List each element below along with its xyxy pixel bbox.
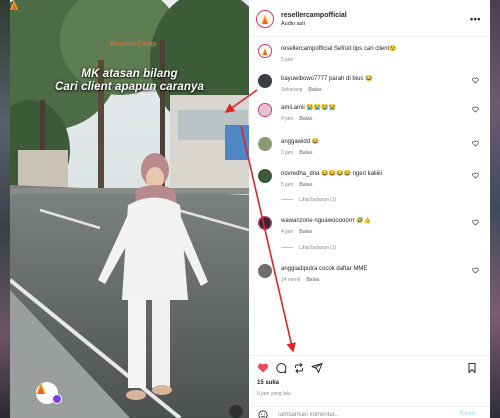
more-options-icon[interactable]: ••• [470,14,481,24]
backdrop-right [490,0,500,418]
audio-link[interactable]: Audio asli [281,21,305,27]
comment-meta: 3 jam Balas [281,150,313,156]
comment-time: 5 jam [281,182,294,188]
post-actions: 15 suka 5 jam yang lalu Kirim [249,355,490,418]
comment-body: novredha_dna 😂😂😂😂 ngeri kaliiiii [281,170,466,178]
reply-button[interactable]: Balas [308,87,321,93]
comment-body: amii.amii 😭😭😭😭 [281,104,466,112]
reply-button[interactable]: Balas [299,182,312,188]
like-post-icon[interactable] [257,362,269,374]
view-replies-button[interactable]: Lihat balasan (1) [281,245,336,251]
post-panel: resellercampofficial Audio asli ••• rese… [249,0,490,418]
header-username[interactable]: resellercampofficial [281,12,347,19]
post-header: resellercampofficial Audio asli ••• [249,0,490,37]
comment-time: 3 jam [281,150,294,156]
watermark-logo-icon [10,0,18,10]
commenter-avatar[interactable] [258,216,272,230]
commenter-avatar[interactable] [258,137,272,151]
brand-logo-icon [261,14,269,24]
comment-time: 14 menit [281,277,301,283]
comment-body: wawanzone nguawooooorrr 🤣👍 [281,217,466,225]
brand-logo-icon [36,382,46,394]
comment-meta: 5 jam [281,57,293,63]
post-timestamp: 5 jam yang lalu [257,391,291,397]
reply-button[interactable]: Balas [299,229,312,235]
view-replies-label: Lihat balasan (1) [299,245,337,251]
reply-button[interactable]: Balas [306,277,319,283]
comment-time: 4 jam [281,116,294,122]
commenter-avatar[interactable] [258,169,272,183]
comment-text: cocok daftar MME [319,266,368,272]
header-avatar[interactable] [256,10,274,28]
like-comment-icon[interactable] [472,219,479,226]
comment-username[interactable]: resellercampofficial [281,46,332,52]
save-bookmark-icon[interactable] [466,362,478,374]
likes-count[interactable]: 15 suka [257,380,279,386]
brand-logo-icon [262,47,268,55]
like-comment-icon[interactable] [472,140,479,147]
comment-body: anggiadiputra cocok daftar MME [281,265,466,273]
commenter-avatar[interactable] [258,44,272,58]
add-comment-bar: Kirim [249,406,490,418]
replies-divider [281,199,293,201]
comment-text: 😂😂😂😂 ngeri kaliiiii [321,171,382,177]
comment-time: 5 jam [281,57,294,63]
post-comment-button[interactable]: Kirim [460,411,475,417]
comment-username[interactable]: amii.amii [281,105,305,111]
view-replies-button[interactable]: Lihat balasan (1) [281,197,336,203]
like-comment-icon[interactable] [472,106,479,113]
reply-button[interactable]: Balas [299,150,312,156]
comment-text: 😭😭😭😭 [306,105,337,111]
commenter-avatar[interactable] [258,74,272,88]
mute-toggle-icon[interactable] [229,405,243,418]
comment-text: Sefruit tips cari client😉 [333,46,397,52]
comment-text: parah di bius 😂 [329,76,373,82]
comment-input[interactable] [277,410,447,418]
comment-meta: 4 jam Balas [281,229,313,235]
view-replies-label: Lihat balasan (1) [299,197,337,203]
commenter-avatar[interactable] [258,264,272,278]
emoji-icon[interactable] [258,410,268,418]
video-caption-line-1: MK atasan bilang [81,68,178,80]
like-comment-icon[interactable] [472,77,479,84]
audio-badge-icon [52,394,62,404]
comment-text: nguawooooorrr 🤣👍 [314,218,372,224]
video-scene [10,0,249,418]
comment-username[interactable]: anggawidd [281,139,310,145]
reel-video[interactable]: ResellerCamp MK atasan bilang Cari clien… [10,0,249,418]
comment-body: resellercampofficial Sefruit tips cari c… [281,45,466,53]
comment-username[interactable]: wawanzone [281,218,313,224]
comments-list: resellercampofficial Sefruit tips cari c… [249,37,490,355]
comment-username[interactable]: novredha_dna [281,171,319,177]
comment-meta: Sekarang Balas [281,87,322,93]
comment-meta: 4 jam Balas [281,116,313,122]
video-caption-line-2: Cari client apapun caranya [55,81,204,93]
backdrop-left [0,0,10,418]
comment-username[interactable]: bayuwibowo7777 [281,76,327,82]
like-comment-icon[interactable] [472,172,479,179]
comment-body: anggawidd 😂 [281,138,466,146]
comment-time: Sekarang [281,87,303,93]
video-watermark: ResellerCamp [110,41,157,48]
replies-divider [281,247,293,249]
comment-time: 4 jam [281,229,294,235]
repost-icon[interactable] [293,362,305,374]
comment-text: 😂 [311,139,320,145]
comment-meta: 5 jam Balas [281,182,313,188]
commenter-avatar[interactable] [258,103,272,117]
like-comment-icon[interactable] [472,267,479,274]
comment-body: bayuwibowo7777 parah di bius 😂 [281,75,466,83]
comment-username[interactable]: anggiadiputra [281,266,317,272]
comment-meta: 14 menit Balas [281,277,320,283]
share-icon[interactable] [311,362,323,374]
reply-button[interactable]: Balas [299,116,312,122]
comment-icon[interactable] [275,362,287,374]
